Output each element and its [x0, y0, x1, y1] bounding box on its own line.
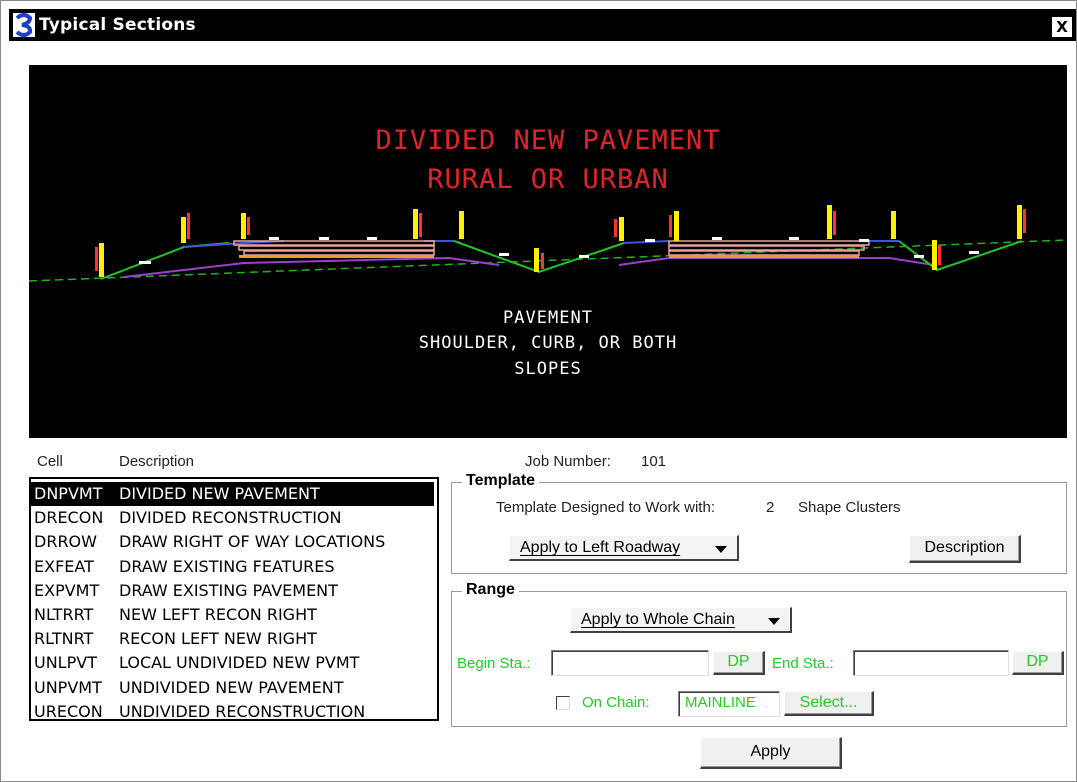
list-item-description: DRAW EXISTING PAVEMENT	[119, 580, 338, 600]
pavement-right	[668, 240, 870, 256]
range-group: Range Apply to Whole Chain Begin Sta.: D…	[451, 581, 1067, 727]
edge-band-right	[669, 255, 859, 258]
cell-list[interactable]: DNPVMT DIVIDED NEW PAVEMENT DRECON DIVIDED…	[29, 477, 439, 721]
list-item[interactable]: DRECON DIVIDED RECONSTRUCTION	[31, 506, 437, 530]
list-item-code: NLTRRT	[34, 604, 94, 624]
end-dp-button[interactable]: DP	[1012, 651, 1064, 675]
list-item[interactable]: URECON UNDIVIDED RECONSTRUCTION	[31, 700, 437, 724]
column-header-cell: Cell	[37, 453, 63, 470]
typical-sections-dialog: Typical Sections X DIVIDED NEW PAVEMENT …	[0, 0, 1077, 782]
list-item-code: EXFEAT	[34, 556, 94, 576]
description-button[interactable]: Description	[909, 535, 1021, 563]
list-item[interactable]: UNPVMT UNDIVIDED NEW PAVEMENT	[31, 676, 437, 700]
list-item-code: UNPVMT	[34, 677, 102, 697]
list-item[interactable]: EXPVMT DRAW EXISTING PAVEMENT	[31, 579, 437, 603]
list-item-description: DRAW EXISTING FEATURES	[119, 556, 335, 576]
subbase-left	[123, 256, 500, 278]
title-bar: Typical Sections X	[9, 9, 1076, 41]
preview-heading-line-1: DIVIDED NEW PAVEMENT	[375, 125, 721, 156]
chevron-down-icon	[715, 546, 727, 553]
list-item-description: UNDIVIDED NEW PAVEMENT	[119, 677, 344, 697]
list-item[interactable]: DNPVMT DIVIDED NEW PAVEMENT	[31, 482, 434, 507]
list-item[interactable]: UNLPVT LOCAL UNDIVIDED NEW PVMT	[31, 651, 437, 675]
begin-station-input[interactable]	[551, 650, 709, 676]
template-designed-label: Template Designed to Work with:	[496, 499, 715, 516]
typical-section-drawing	[29, 205, 1067, 282]
apply-chain-value: Apply to Whole Chain	[581, 611, 735, 628]
list-item-code: DRECON	[34, 508, 104, 528]
list-item-code: EXPVMT	[34, 580, 100, 600]
list-item-code: UNLPVT	[34, 653, 97, 673]
begin-dp-button[interactable]: DP	[713, 651, 765, 675]
preview-heading-line-2: RURAL OR URBAN	[427, 164, 669, 195]
job-number-value: 101	[641, 453, 667, 470]
chevron-down-icon	[768, 618, 780, 625]
list-item-description: DIVIDED RECONSTRUCTION	[119, 508, 342, 528]
column-header-description: Description	[119, 453, 195, 470]
preview-legend-line-1: PAVEMENT	[503, 308, 593, 328]
on-chain-label: On Chain:	[582, 694, 650, 711]
section-preview: DIVIDED NEW PAVEMENT RURAL OR URBAN PAVE…	[29, 65, 1067, 438]
list-item-description: RECON LEFT NEW RIGHT	[119, 629, 317, 649]
list-item[interactable]: EXFEAT DRAW EXISTING FEATURES	[31, 555, 437, 579]
slope-line-left	[100, 242, 230, 280]
close-button[interactable]: X	[1052, 17, 1072, 37]
list-item-code: RLTNRT	[34, 629, 94, 649]
apply-chain-dropdown[interactable]: Apply to Whole Chain	[570, 607, 792, 633]
window-title: Typical Sections	[39, 15, 196, 35]
list-item-description: NEW LEFT RECON RIGHT	[119, 604, 317, 624]
edge-band-left	[239, 255, 434, 258]
subbase-right	[618, 257, 935, 266]
list-item[interactable]: DRROW DRAW RIGHT OF WAY LOCATIONS	[31, 530, 437, 554]
end-station-label: End Sta.:	[772, 655, 834, 672]
preview-legend-line-3: SLOPES	[514, 359, 582, 379]
template-group-title: Template	[462, 472, 540, 490]
list-item-description: UNDIVIDED RECONSTRUCTION	[119, 701, 366, 721]
template-designed-count: 2	[766, 499, 775, 516]
list-item[interactable]: NLTRRT NEW LEFT RECON RIGHT	[31, 603, 437, 627]
app-logo-icon	[13, 13, 35, 37]
chain-input[interactable]: MAINLINE	[678, 691, 780, 717]
preview-legend-line-2: SHOULDER, CURB, OR BOTH	[418, 333, 678, 353]
apply-button[interactable]: Apply	[700, 737, 842, 769]
select-chain-button[interactable]: Select...	[784, 691, 874, 716]
list-item-code: DRROW	[34, 532, 97, 552]
end-station-input[interactable]	[853, 650, 1009, 676]
template-designed-unit: Shape Clusters	[798, 499, 901, 516]
apply-roadway-value: Apply to Left Roadway	[520, 539, 681, 556]
list-item-description: LOCAL UNDIVIDED NEW PVMT	[119, 653, 360, 673]
template-group: Template Template Designed to Work with:…	[451, 472, 1067, 574]
list-item-description: DRAW RIGHT OF WAY LOCATIONS	[119, 532, 386, 552]
job-number-label: Job Number:	[525, 453, 611, 470]
begin-station-label: Begin Sta.:	[457, 655, 531, 672]
list-item[interactable]: RLTNRT RECON LEFT NEW RIGHT	[31, 627, 437, 651]
on-chain-checkbox[interactable]	[556, 696, 570, 710]
list-item-code: DNPVMT	[34, 484, 103, 503]
range-group-title: Range	[462, 581, 519, 599]
pavement-left	[233, 240, 435, 256]
apply-roadway-dropdown[interactable]: Apply to Left Roadway	[509, 535, 739, 561]
list-item-code: URECON	[34, 701, 103, 721]
list-item-description: DIVIDED NEW PAVEMENT	[119, 484, 320, 503]
